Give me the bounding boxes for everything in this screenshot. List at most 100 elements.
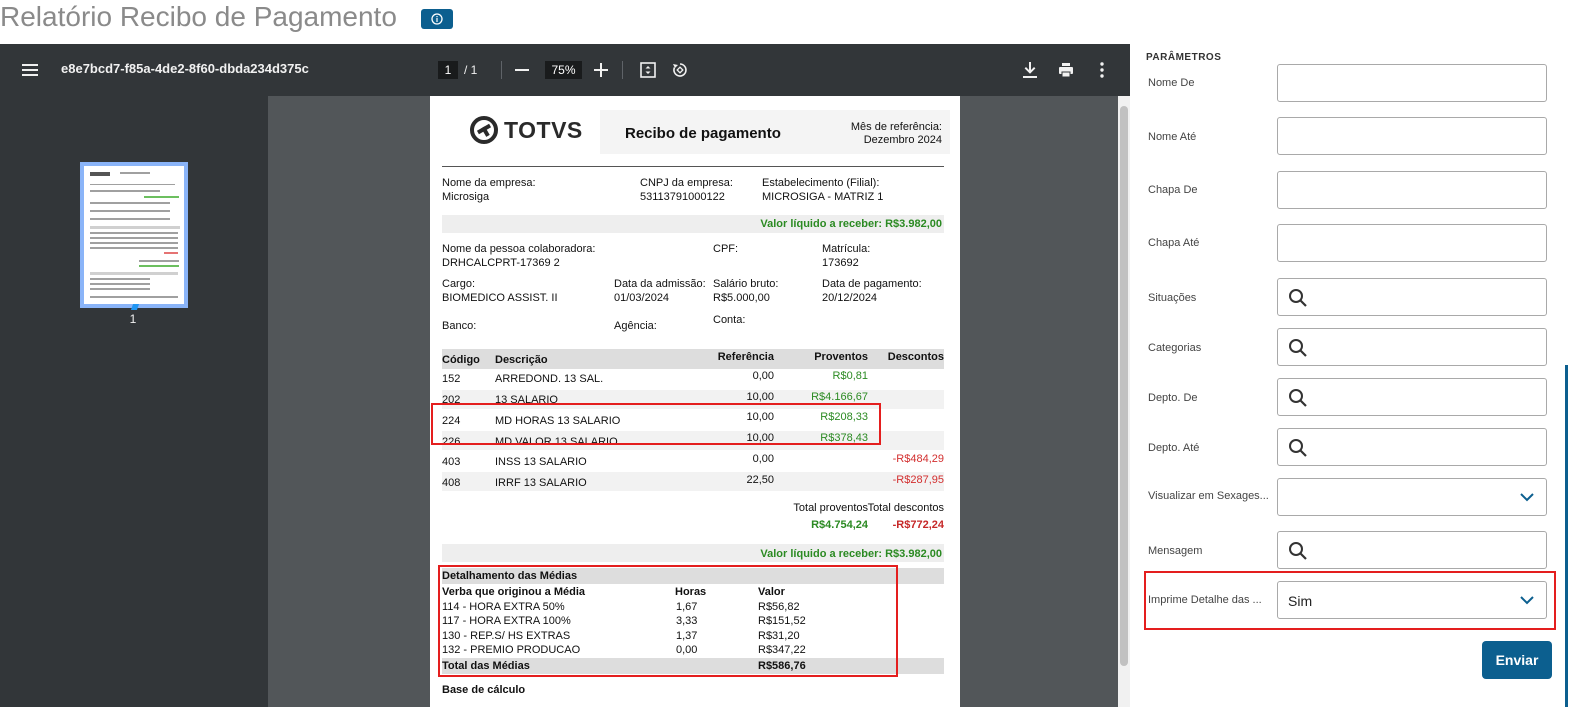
row-descricao: IRRF 13 SALARIO [495,477,587,489]
field-label: Mensagem [1148,545,1203,557]
totvs-logo-icon [470,116,498,144]
row-descricao: ARREDOND. 13 SAL. [495,373,604,385]
viewer-scrollbar[interactable] [1118,96,1130,707]
row-descontos: -R$484,29 [892,453,944,465]
total-proventos-value: R$4.754,24 [811,519,868,531]
col-descricao: Descrição [495,354,548,366]
panel-title: PARÂMETROS [1146,52,1222,63]
field-label: Depto. Até [1148,442,1200,454]
totvs-logo: TOTVS [470,116,583,144]
account-label: Conta: [713,314,746,326]
pdf-toolbar: e8e7bcd7-f85a-4de2-8f60-dbda234d375c 1 /… [0,44,1130,96]
col-referencia: Referência [717,351,774,363]
row-descricao: INSS 13 SALARIO [495,456,587,468]
page-header: Relatório Recibo de Pagamento [0,0,1120,44]
field-label: Chapa De [1148,184,1198,196]
establishment-label: Estabelecimento (Filial): [762,177,880,189]
chapa-ate-input[interactable] [1277,224,1547,262]
divider [442,166,944,167]
cargo-label: Cargo: [442,278,476,290]
person-label: Nome da pessoa colaboradora: [442,243,596,255]
col-descontos: Descontos [887,351,944,363]
scrollbar-thumb[interactable] [1120,106,1128,666]
imprime-detalhe-select[interactable]: Sim [1277,581,1547,619]
page-total: / 1 [464,63,478,77]
row-referencia: 0,00 [752,370,774,382]
row-codigo: 152 [442,373,461,385]
categorias-lookup[interactable] [1277,328,1547,366]
cnpj-value: 53113791000122 [640,191,725,203]
page-title: Relatório Recibo de Pagamento [0,1,397,32]
field-label: Imprime Detalhe das ... [1148,594,1262,606]
parameters-panel: PARÂMETROS Nome De Nome Até Chapa De Cha… [1130,44,1585,707]
row-referencia: 22,50 [746,474,774,486]
download-icon[interactable] [1020,60,1040,80]
fit-page-icon[interactable] [638,60,658,80]
payment-date-label: Data de pagamento: [822,278,922,290]
depto-de-lookup[interactable] [1277,378,1547,416]
payment-date-value: 20/12/2024 [822,292,878,304]
chapa-de-input[interactable] [1277,171,1547,209]
row-proventos: R$0,81 [832,370,868,382]
field-label: Situações [1148,292,1197,304]
info-button[interactable] [421,9,453,29]
person-value: DRHCALCPRT-17369 2 [442,257,560,269]
net-value-bottom: Valor líquido a receber: R$3.982,00 [760,548,942,560]
mensagem-lookup[interactable] [1277,531,1547,569]
gross-salary-label: Salário bruto: [713,278,779,290]
total-descontos-label: Total descontos [867,502,944,514]
document-title: Recibo de pagamento [625,125,781,142]
search-icon [1289,389,1307,407]
bank-label: Banco: [442,320,477,332]
matricula-label: Matrícula: [822,243,871,255]
agency-label: Agência: [614,320,657,332]
file-name: e8e7bcd7-f85a-4de2-8f60-dbda234d375c [61,61,309,76]
highlight-box-medias [438,565,898,677]
row-descontos: -R$287,95 [892,474,944,486]
send-button[interactable]: Enviar [1482,641,1552,679]
field-label: Chapa Até [1148,237,1200,249]
sexagesimal-select[interactable] [1277,478,1547,516]
chevron-down-icon [1520,596,1534,605]
thumbnail-sidebar: 1 [0,96,268,707]
select-value: Sim [1288,593,1313,609]
zoom-out-icon[interactable] [512,60,532,80]
search-icon [1289,542,1307,560]
search-icon [1289,339,1307,357]
col-proventos: Proventos [814,351,868,363]
highlight-box-rows [431,403,881,445]
gross-salary-value: R$5.000,00 [713,292,770,304]
more-options-icon[interactable] [1092,60,1112,80]
cnpj-label: CNPJ da empresa: [640,177,733,189]
chevron-down-icon [1520,493,1534,502]
menu-icon[interactable] [20,60,40,80]
nome-de-input[interactable] [1277,64,1547,102]
field-label: Nome De [1148,77,1195,89]
toolbar-divider [501,61,502,79]
admission-label: Data da admissão: [614,278,706,290]
depto-ate-lookup[interactable] [1277,428,1547,466]
nome-ate-input[interactable] [1277,117,1547,155]
reference-month-value: Dezembro 2024 [863,134,942,146]
situacoes-lookup[interactable] [1277,278,1547,316]
admission-value: 01/03/2024 [614,292,670,304]
row-referencia: 0,00 [752,453,774,465]
total-proventos-label: Total proventos [793,502,868,514]
toolbar-divider [622,61,623,79]
thumbnail-page-number: 1 [129,312,137,326]
net-value-top: Valor líquido a receber: R$3.982,00 [760,218,942,230]
rotate-icon[interactable] [670,60,690,80]
print-icon[interactable] [1056,60,1076,80]
cpf-label: CPF: [713,243,739,255]
company-value: Microsiga [442,191,490,203]
company-label: Nome da empresa: [442,177,536,189]
col-codigo: Código [442,354,480,366]
search-icon [1289,289,1307,307]
base-calculo-title: Base de cálculo [442,684,526,696]
page-number-input[interactable]: 1 [438,61,458,79]
zoom-input[interactable]: 75% [545,61,582,79]
page-thumbnail[interactable] [80,162,188,310]
field-label: Visualizar em Sexages... [1148,490,1269,502]
receipt-document: TOTVS Recibo de pagamento Mês de referên… [430,96,960,707]
zoom-in-icon[interactable] [591,60,611,80]
